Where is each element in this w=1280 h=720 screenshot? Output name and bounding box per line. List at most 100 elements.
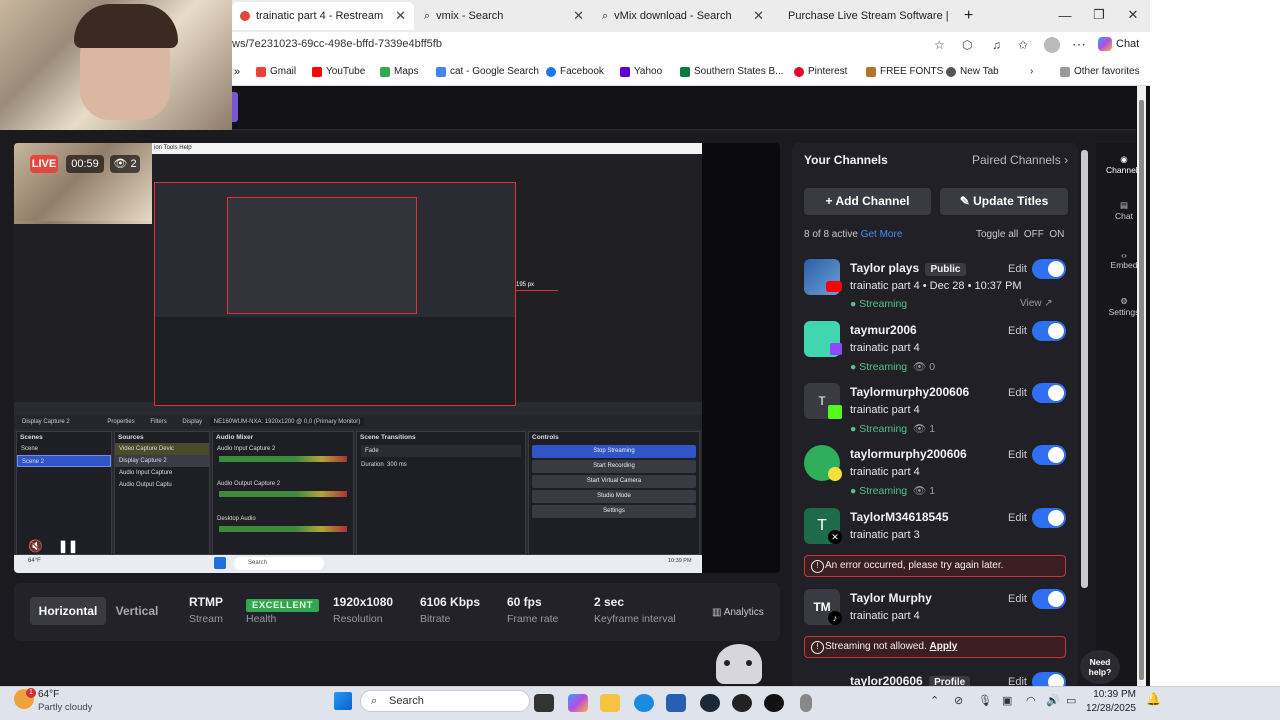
maximize-icon[interactable]: ❐ bbox=[1082, 0, 1116, 30]
mute-icon[interactable]: 🔇 bbox=[28, 539, 43, 553]
gmail-icon bbox=[256, 66, 266, 77]
edit-button[interactable]: Edit bbox=[1008, 325, 1027, 337]
filters-button[interactable]: Filters bbox=[150, 419, 166, 425]
chevron-up-icon[interactable]: ⌃ bbox=[930, 694, 939, 707]
new-tab-button[interactable]: + bbox=[956, 2, 980, 30]
need-help-button[interactable]: Need help? bbox=[1080, 650, 1120, 684]
bookmark-youtube[interactable]: YouTube bbox=[312, 66, 365, 77]
chat-button[interactable]: Chat bbox=[1098, 37, 1139, 51]
tab-vmix-download[interactable]: ⌕ vMix download - Search ✕ bbox=[594, 2, 772, 30]
paired-channels-link[interactable]: Paired Channels › bbox=[972, 153, 1068, 167]
store-icon[interactable] bbox=[666, 694, 686, 712]
panel-scrollbar[interactable] bbox=[1081, 150, 1088, 588]
start-recording-button[interactable]: Start Recording bbox=[532, 460, 696, 473]
wifi-icon[interactable]: ◠ bbox=[1026, 694, 1036, 707]
bookmark-new-tab[interactable]: New Tab bbox=[946, 66, 999, 77]
bookmark-cat-search[interactable]: cat - Google Search bbox=[436, 66, 539, 77]
source-item[interactable]: Audio Output Captu bbox=[115, 479, 209, 491]
horizontal-tab[interactable]: Horizontal bbox=[30, 597, 106, 625]
steam-icon[interactable] bbox=[700, 694, 720, 712]
bookmark-pinterest[interactable]: Pinterest bbox=[794, 66, 847, 77]
more-icon[interactable]: ⋯ bbox=[1072, 36, 1086, 53]
network-icon[interactable]: ⊘ bbox=[954, 694, 963, 707]
copilot-icon[interactable] bbox=[568, 694, 588, 712]
properties-button[interactable]: Properties bbox=[107, 419, 134, 425]
battery-icon[interactable]: ▭ bbox=[1066, 694, 1076, 707]
add-channel-button[interactable]: + Add Channel bbox=[804, 188, 931, 215]
toggle-off[interactable]: OFF bbox=[1024, 229, 1044, 240]
tab-vmix-purchase[interactable]: Purchase Live Stream Software | vMix ✕ bbox=[774, 2, 952, 30]
scene-item-selected[interactable]: Scene 2 bbox=[17, 455, 111, 467]
bookmark-facebook[interactable]: Facebook bbox=[546, 66, 604, 77]
bookmark-overflow-left-icon[interactable]: » bbox=[234, 66, 240, 78]
scene-item[interactable]: Scene bbox=[17, 443, 111, 455]
pause-icon[interactable]: ❚❚ bbox=[58, 539, 78, 553]
taskbar-time[interactable]: 10:39 PM bbox=[1088, 689, 1136, 700]
edit-button[interactable]: Edit bbox=[1008, 263, 1027, 275]
url-input[interactable]: ws/7e231023-69cc-498e-bffd-7339e4bff5fb bbox=[232, 38, 442, 50]
channel-toggle[interactable] bbox=[1032, 589, 1066, 609]
settings-button[interactable]: Settings bbox=[532, 505, 696, 518]
view-link[interactable]: View ↗ bbox=[1020, 298, 1053, 309]
windows-start-icon[interactable] bbox=[334, 692, 352, 710]
edit-button[interactable]: Edit bbox=[1008, 387, 1027, 399]
task-view-icon[interactable] bbox=[534, 694, 554, 712]
page-scrollbar[interactable] bbox=[1139, 100, 1144, 680]
eye-icon: 👁 bbox=[912, 423, 927, 435]
channel-toggle[interactable] bbox=[1032, 508, 1066, 528]
tab-restream[interactable]: trainatic part 4 - Restream ✕ bbox=[232, 2, 414, 30]
reading-icon[interactable]: ♫ bbox=[992, 38, 1001, 52]
bookmark-southern-states[interactable]: Southern States B... bbox=[680, 66, 784, 77]
start-virtual-camera-button[interactable]: Start Virtual Camera bbox=[532, 475, 696, 488]
edit-button[interactable]: Edit bbox=[1008, 449, 1027, 461]
source-item-selected[interactable]: Display Capture 2 bbox=[115, 455, 209, 467]
chevron-right-icon[interactable]: › bbox=[1030, 66, 1033, 77]
duration-input[interactable]: 300 ms bbox=[387, 462, 407, 468]
display-icon[interactable]: ▣ bbox=[1002, 694, 1012, 707]
studio-mode-button[interactable]: Studio Mode bbox=[532, 490, 696, 503]
channel-toggle[interactable] bbox=[1032, 445, 1066, 465]
channel-toggle[interactable] bbox=[1032, 321, 1066, 341]
bookmark-gmail[interactable]: Gmail bbox=[256, 66, 296, 77]
edit-button[interactable]: Edit bbox=[1008, 512, 1027, 524]
apply-link[interactable]: Apply bbox=[930, 641, 958, 652]
edge-icon[interactable] bbox=[634, 694, 654, 712]
microphone-icon[interactable]: 🎙 bbox=[978, 694, 992, 707]
bookmark-yahoo[interactable]: Yahoo bbox=[620, 66, 662, 77]
close-icon[interactable]: ✕ bbox=[395, 8, 406, 24]
taskbar-date[interactable]: 12/28/2025 bbox=[1082, 703, 1136, 714]
favorites-icon[interactable]: ✩ bbox=[1018, 38, 1028, 52]
bookmark-free-fonts[interactable]: FREE FONTS bbox=[866, 66, 943, 77]
channel-toggle[interactable] bbox=[1032, 259, 1066, 279]
display-select[interactable]: NE160WUM-NXA: 1920x1200 @ 0,0 (Primary M… bbox=[209, 418, 365, 426]
chatgpt-icon[interactable] bbox=[764, 694, 784, 712]
source-item[interactable]: Video Capture Devic bbox=[115, 443, 209, 455]
avatar[interactable] bbox=[1044, 37, 1060, 53]
get-more-link[interactable]: Get More bbox=[861, 229, 903, 240]
stop-streaming-button[interactable]: Stop Streaming bbox=[532, 445, 696, 458]
close-icon[interactable]: ✕ bbox=[753, 8, 764, 24]
taskbar-search[interactable]: ⌕ Search bbox=[360, 690, 530, 712]
extensions-icon[interactable]: ⬡ bbox=[962, 38, 972, 52]
toggle-on[interactable]: ON bbox=[1049, 229, 1064, 240]
obs-icon[interactable] bbox=[732, 694, 752, 712]
mouse-icon[interactable] bbox=[800, 694, 812, 712]
transition-select[interactable]: Fade bbox=[361, 445, 521, 457]
volume-icon[interactable]: 🔊 bbox=[1046, 694, 1060, 707]
star-icon[interactable]: ☆ bbox=[934, 38, 945, 52]
other-favorites[interactable]: Other favorites bbox=[1060, 66, 1140, 77]
bookmark-maps[interactable]: Maps bbox=[380, 66, 418, 77]
edit-button[interactable]: Edit bbox=[1008, 593, 1027, 605]
analytics-button[interactable]: ▥ Analytics bbox=[712, 607, 764, 618]
file-explorer-icon[interactable] bbox=[600, 694, 620, 712]
close-icon[interactable]: ✕ bbox=[573, 8, 584, 24]
channel-toggle[interactable] bbox=[1032, 383, 1066, 403]
update-titles-button[interactable]: ✎ Update Titles bbox=[940, 188, 1068, 215]
bookmark-label: Other favorites bbox=[1074, 66, 1140, 77]
source-item[interactable]: Audio Input Capture bbox=[115, 467, 209, 479]
close-window-icon[interactable]: ✕ bbox=[1116, 0, 1150, 30]
vertical-tab[interactable]: Vertical bbox=[108, 597, 166, 625]
notification-icon[interactable]: 🔔 bbox=[1146, 692, 1161, 706]
minimize-icon[interactable]: — bbox=[1048, 0, 1082, 30]
tab-vmix-search[interactable]: ⌕ vmix - Search ✕ bbox=[416, 2, 592, 30]
